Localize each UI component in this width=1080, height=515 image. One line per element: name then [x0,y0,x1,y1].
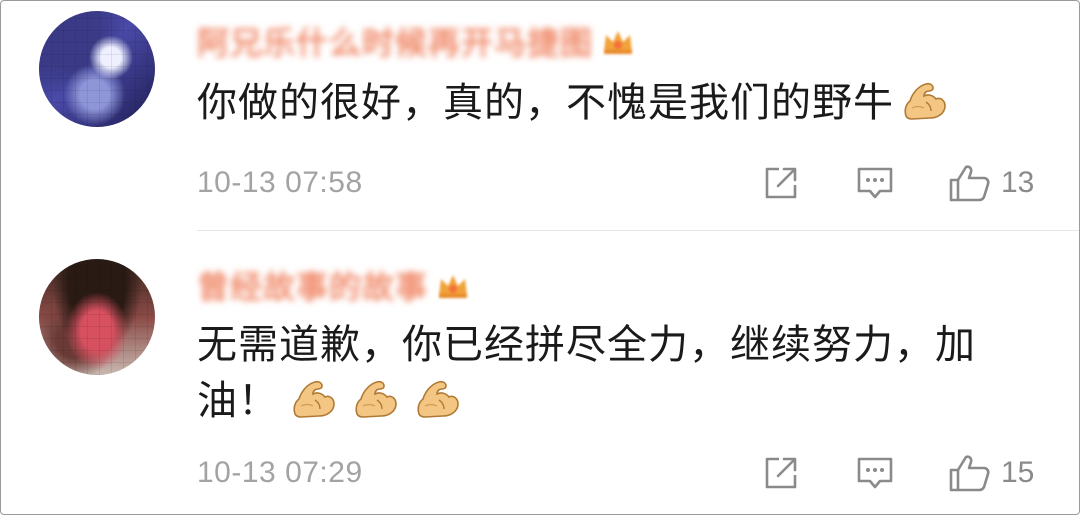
share-button[interactable] [761,453,801,493]
share-icon [765,167,797,199]
timestamp: 10-13 07:29 [197,456,363,489]
username[interactable]: 阿兄乐什么时候再开马捷图 [197,18,593,64]
share-button[interactable] [761,163,801,203]
crown-badge-icon [436,271,470,299]
username[interactable]: 曾经故事的故事 [197,262,428,308]
comment-actions: 15 [761,453,1043,493]
like-count: 13 [1001,166,1035,199]
comment-icon [857,457,893,489]
comment-text-block: 你做的很好，真的，不愧是我们的野牛 [197,75,1019,131]
reply-button[interactable] [855,453,895,493]
flexed-biceps-icon [413,378,461,420]
like-count: 15 [1001,456,1035,489]
flexed-biceps-icon [289,378,337,420]
comment-text-block: 无需道歉，你已经拼尽全力，继续努力，加油！ [197,317,1019,429]
avatar[interactable] [39,259,155,375]
comment-list: 阿兄乐什么时候再开马捷图 你做的很好，真的，不愧是我们的野牛 10-13 07:… [0,0,1080,515]
username-row: 阿兄乐什么时候再开马捷图 [197,18,635,64]
thumbs-up-icon [949,455,990,492]
avatar[interactable] [39,11,155,127]
like-button[interactable]: 13 [947,163,1043,203]
comment-item: 阿兄乐什么时候再开马捷图 你做的很好，真的，不愧是我们的野牛 10-13 07:… [1,1,1079,230]
flexed-biceps-icon [351,378,399,420]
username-row: 曾经故事的故事 [197,262,470,308]
comment-actions: 13 [761,163,1043,203]
timestamp: 10-13 07:58 [197,166,363,199]
comment-item: 曾经故事的故事 无需道歉，你已经拼尽全力，继续努力，加油！ 10-13 07:2… [1,231,1079,514]
like-button[interactable]: 15 [947,453,1043,493]
comment-icon [857,167,893,199]
crown-badge-icon [601,27,635,55]
comment-meta: 10-13 07:29 15 [197,453,1043,493]
comment-meta: 10-13 07:58 13 [197,163,1043,203]
share-icon [765,457,797,489]
reply-button[interactable] [855,163,895,203]
flexed-biceps-icon [900,80,948,122]
thumbs-up-icon [949,165,990,202]
comment-text: 你做的很好，真的，不愧是我们的野牛 [197,80,894,126]
